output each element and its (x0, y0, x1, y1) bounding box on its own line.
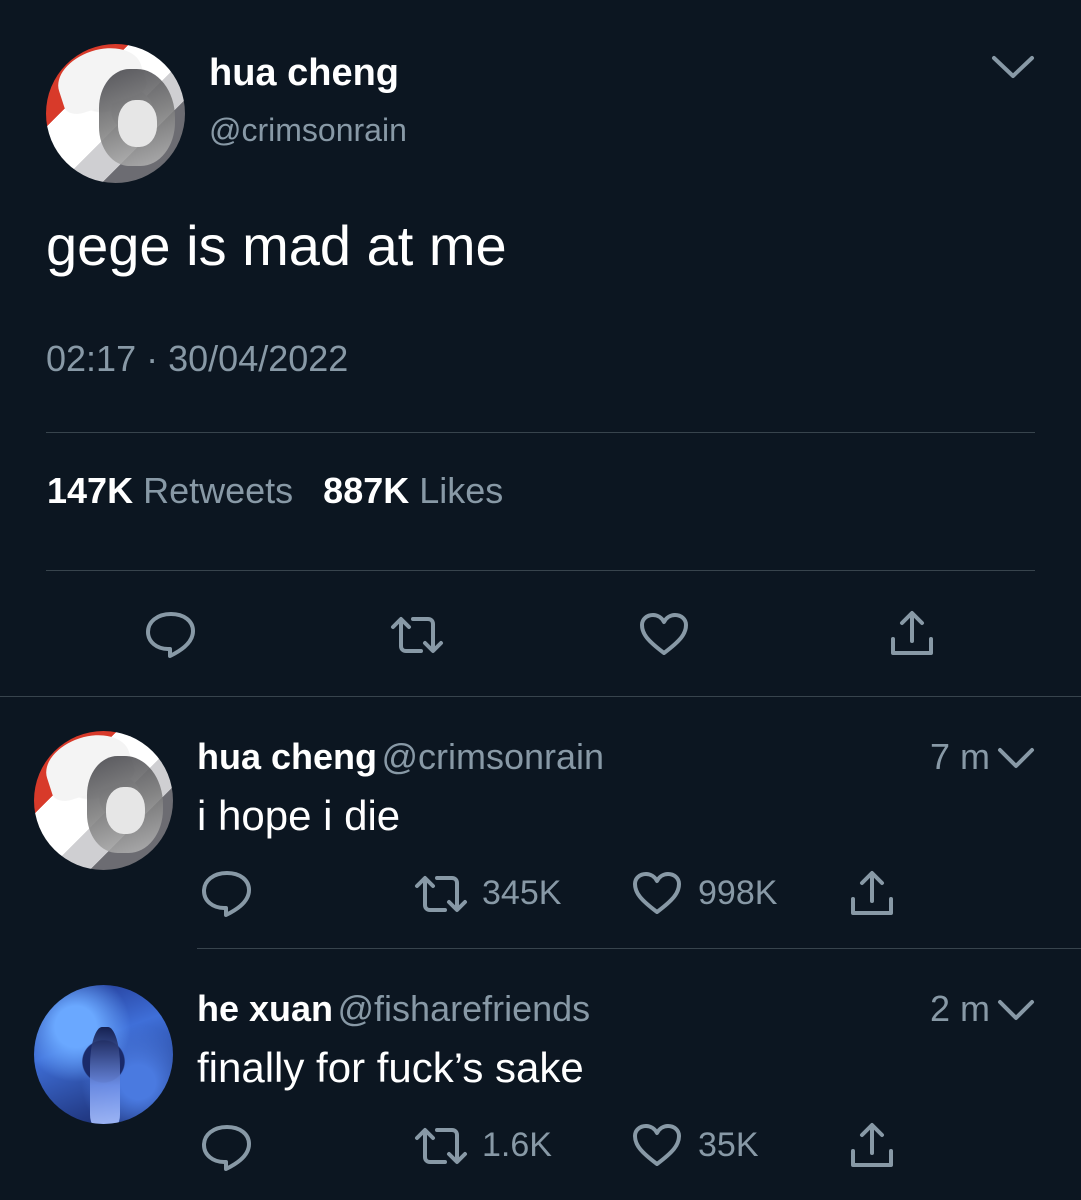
author-name[interactable]: hua cheng (209, 52, 399, 95)
reply-icon[interactable] (144, 609, 198, 659)
share-icon[interactable] (848, 1121, 896, 1171)
reply-author-handle[interactable]: @crimsonrain (381, 736, 604, 777)
share-icon[interactable] (888, 609, 936, 659)
share-icon[interactable] (848, 869, 896, 919)
reply-icon[interactable] (200, 1122, 254, 1172)
reply-text: finally for fuck’s sake (197, 1044, 584, 1091)
likes-count[interactable]: 887K (323, 470, 409, 511)
reply-icon[interactable] (200, 868, 254, 918)
tweet-date: 30/04/2022 (168, 338, 349, 379)
reply-author-name[interactable]: hua cheng (197, 736, 377, 777)
chevron-down-icon[interactable] (990, 50, 1036, 84)
tweet-timestamp: 02:17 · 30/04/2022 (46, 338, 348, 380)
retweet-icon[interactable] (413, 872, 469, 916)
reply-author-handle[interactable]: @fisharefriends (338, 988, 591, 1029)
like-icon[interactable] (631, 870, 683, 916)
reply-avatar[interactable] (34, 985, 173, 1124)
meta-separator: · (146, 338, 159, 379)
reply-like-count[interactable]: 998K (698, 874, 777, 913)
likes-label[interactable]: Likes (419, 470, 503, 511)
retweet-icon[interactable] (413, 1124, 469, 1168)
chevron-down-icon[interactable] (996, 744, 1036, 772)
author-handle[interactable]: @crimsonrain (209, 112, 407, 149)
reply-time: 2 m (929, 988, 990, 1029)
divider (197, 948, 1081, 949)
reply-retweet-count[interactable]: 345K (482, 874, 561, 913)
reply-author-name[interactable]: he xuan (197, 988, 333, 1029)
reply-like-count[interactable]: 35K (698, 1126, 759, 1165)
reply-text: i hope i die (197, 792, 401, 839)
divider (0, 696, 1081, 697)
retweets-label[interactable]: Retweets (143, 470, 293, 511)
reply-retweet-count[interactable]: 1.6K (482, 1126, 552, 1165)
reply-header: hua cheng @crimsonrain (197, 736, 604, 778)
like-icon[interactable] (631, 1122, 683, 1168)
chevron-down-icon[interactable] (996, 996, 1036, 1024)
tweet-time: 02:17 (46, 338, 137, 379)
reply-time: 7 m (929, 736, 990, 777)
retweet-icon[interactable] (389, 613, 445, 657)
tweet-stats: 147K Retweets 887K Likes (47, 470, 503, 512)
divider (46, 432, 1035, 433)
reply-avatar[interactable] (34, 731, 173, 870)
retweets-count[interactable]: 147K (47, 470, 133, 511)
tweet-text: gege is mad at me (46, 214, 507, 277)
divider (46, 570, 1035, 571)
like-icon[interactable] (638, 611, 690, 657)
reply-header: he xuan @fisharefriends (197, 988, 590, 1030)
avatar[interactable] (46, 44, 185, 183)
